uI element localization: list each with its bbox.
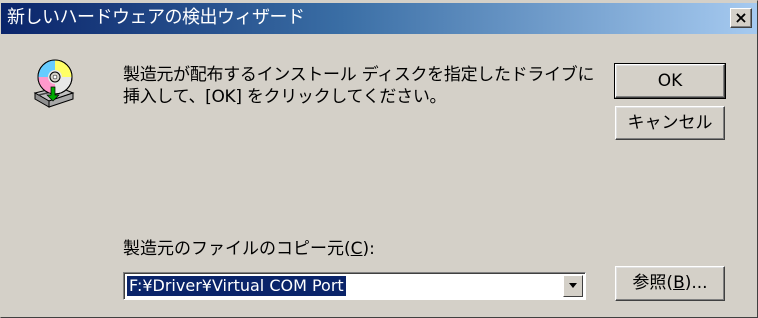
window-title: 新しいハードウェアの検出ウィザード: [7, 7, 305, 28]
copy-from-label-accel: C: [350, 239, 363, 259]
cd-drive-icon: [29, 57, 77, 113]
browse-label-accel: B: [673, 273, 685, 293]
copy-from-combobox[interactable]: F:¥Driver¥Virtual COM Port: [123, 272, 586, 300]
close-icon: ×: [734, 8, 748, 27]
copy-from-label-suffix: ):: [362, 239, 375, 259]
browse-label-prefix: 参照(: [632, 273, 674, 293]
copy-from-label-prefix: 製造元のファイルのコピー元(: [123, 239, 351, 259]
title-bar: 新しいハードウェアの検出ウィザード ×: [1, 3, 757, 34]
chevron-down-icon[interactable]: [563, 275, 583, 297]
browse-label-suffix: )...: [684, 273, 708, 293]
browse-button[interactable]: 参照(B)...: [615, 266, 725, 301]
instruction-message: 製造元が配布するインストール ディスクを指定したドライブに挿入して、[OK] を…: [123, 65, 595, 107]
copy-from-value[interactable]: F:¥Driver¥Virtual COM Port: [127, 276, 346, 296]
copy-from-label: 製造元のファイルのコピー元(C):: [123, 238, 375, 260]
install-from-disk-dialog: 新しいハードウェアの検出ウィザード × 製造元が配布するインストール ディスクを…: [0, 0, 758, 318]
ok-button[interactable]: OK: [614, 63, 726, 99]
close-button[interactable]: ×: [730, 8, 752, 28]
cancel-button[interactable]: キャンセル: [615, 106, 725, 140]
